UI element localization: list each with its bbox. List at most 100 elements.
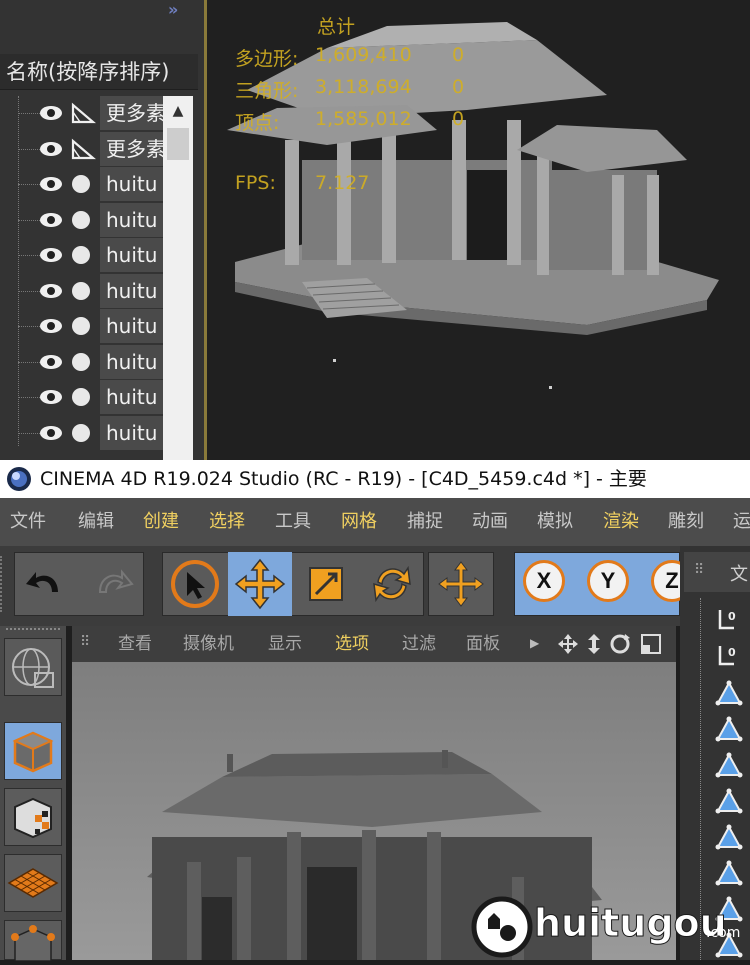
stats-polygons-selected: 0	[452, 44, 465, 66]
tree-branch	[18, 255, 40, 256]
move-button[interactable]	[228, 552, 292, 616]
scroll-up-arrow-icon[interactable]: ▲	[163, 96, 193, 126]
polygon-object-icon[interactable]	[714, 858, 744, 888]
collapse-panel-icon[interactable]: »	[168, 0, 198, 20]
sphere-dot-icon	[72, 246, 90, 264]
pan-icon[interactable]	[556, 632, 580, 660]
object-list-column-header[interactable]: 名称(按降序排序)	[0, 54, 198, 90]
scrollbar-thumb[interactable]	[167, 128, 189, 160]
make-editable-button[interactable]	[4, 638, 62, 696]
toolbar-grip[interactable]	[0, 556, 10, 612]
x-axis-label: X	[523, 560, 565, 602]
object-list-row[interactable]: huitu	[0, 309, 164, 343]
null-object-icon[interactable]: 0	[714, 640, 744, 670]
menu-item[interactable]: 编辑	[78, 498, 114, 546]
polygon-object-icon[interactable]	[714, 714, 744, 744]
null-object-icon[interactable]: 0	[714, 604, 744, 634]
scale-button[interactable]	[294, 552, 358, 616]
tree-branch	[18, 326, 40, 327]
menu-item[interactable]: 运	[733, 498, 750, 546]
texture-mode-button[interactable]	[4, 788, 62, 846]
rotate-icon	[373, 565, 411, 603]
redo-button[interactable]	[80, 552, 144, 616]
object-name: huitu	[100, 167, 164, 201]
dolly-icon[interactable]	[584, 632, 604, 660]
visibility-eye-icon[interactable]	[38, 351, 64, 373]
object-list-row[interactable]: huitu	[0, 238, 164, 272]
viewport-menu-item[interactable]: 面板	[466, 626, 500, 662]
visibility-eye-icon[interactable]	[38, 386, 64, 408]
right-panel-tab[interactable]: 文	[730, 560, 748, 586]
visibility-eye-icon[interactable]	[38, 280, 64, 302]
viewport-menu-item[interactable]: 过滤	[402, 626, 436, 662]
palette-grip[interactable]	[6, 628, 60, 636]
menu-item[interactable]: 工具	[275, 498, 311, 546]
visibility-eye-icon[interactable]	[38, 209, 64, 231]
grip-icon[interactable]: ⠿	[694, 562, 704, 578]
menu-item[interactable]: 动画	[472, 498, 508, 546]
viewport-menu-item[interactable]: 显示	[268, 626, 302, 662]
z-axis-label: Z	[651, 560, 680, 602]
visibility-eye-icon[interactable]	[38, 244, 64, 266]
object-name: huitu	[100, 344, 164, 379]
menu-item[interactable]: 选择	[209, 498, 245, 546]
undo-button[interactable]	[14, 552, 78, 616]
stats-fps-label: FPS:	[235, 172, 276, 194]
stats-triangles-selected: 0	[452, 76, 465, 98]
points-icon	[11, 925, 55, 962]
globe-grid-icon	[12, 648, 54, 688]
orbit-icon[interactable]	[608, 632, 632, 660]
object-list-row[interactable]: huitu	[0, 273, 164, 308]
visibility-eye-icon[interactable]	[38, 102, 64, 124]
object-list-row[interactable]: huitu	[0, 380, 164, 414]
menu-item[interactable]: 网格	[341, 498, 377, 546]
watermark-logo-icon	[471, 896, 533, 958]
polygon-object-icon[interactable]	[714, 822, 744, 852]
menu-item[interactable]: 创建	[143, 498, 179, 546]
stats-header: 总计	[317, 16, 356, 38]
visibility-eye-icon[interactable]	[38, 422, 64, 444]
sphere-dot-icon	[72, 281, 90, 300]
model-mode-button[interactable]	[4, 722, 62, 780]
object-name: huitu	[100, 415, 164, 450]
recent-tool-button[interactable]	[428, 552, 494, 616]
visibility-eye-icon[interactable]	[38, 138, 64, 160]
viewport-grip-icon[interactable]: ⠿	[80, 634, 90, 650]
viewport-menu-item[interactable]: 摄像机	[183, 626, 234, 662]
y-axis-button[interactable]: Y	[578, 552, 640, 616]
object-name: huitu	[100, 202, 164, 237]
maximize-icon[interactable]	[640, 633, 662, 659]
workplane-mode-button[interactable]	[4, 854, 62, 912]
visibility-eye-icon[interactable]	[38, 315, 64, 337]
rotate-button[interactable]	[360, 552, 424, 616]
viewport-menu-item[interactable]: 选项	[335, 626, 369, 662]
y-axis-label: Y	[587, 560, 629, 602]
grid-plane-icon	[7, 868, 59, 898]
z-axis-button[interactable]: Z	[642, 552, 680, 616]
viewport-menu-item[interactable]: 查看	[118, 626, 152, 662]
object-list-row[interactable]: huitu	[0, 415, 164, 450]
menu-item[interactable]: 文件	[10, 498, 46, 546]
menu-item[interactable]: 渲染	[603, 498, 639, 546]
object-list-scrollbar[interactable]: ▲	[163, 96, 193, 460]
polygon-object-icon[interactable]	[714, 786, 744, 816]
stats-fps-value: 7.127	[315, 172, 370, 194]
menu-item[interactable]: 模拟	[537, 498, 573, 546]
menu-item[interactable]: 雕刻	[668, 498, 704, 546]
object-list-row[interactable]: huitu	[0, 167, 164, 201]
object-list-row[interactable]: 更多素	[0, 131, 164, 166]
object-list-row[interactable]: 更多素	[0, 96, 164, 130]
points-mode-button[interactable]	[4, 920, 62, 962]
top-viewport[interactable]: 总计 多边形: 1,609,410 0 三角形: 3,118,694 0 顶点:…	[207, 0, 750, 460]
polygon-object-icon[interactable]	[714, 678, 744, 708]
x-axis-button[interactable]: X	[514, 552, 576, 616]
visibility-eye-icon[interactable]	[38, 173, 64, 195]
stats-vertices-label: 顶点:	[235, 112, 280, 134]
live-select-button[interactable]	[162, 552, 228, 616]
polygon-object-icon[interactable]	[714, 750, 744, 780]
object-list-row[interactable]: huitu	[0, 202, 164, 237]
arrow-right-icon[interactable]: ▶	[530, 636, 539, 650]
stats-polygons-label: 多边形:	[235, 48, 299, 70]
object-list-row[interactable]: huitu	[0, 344, 164, 379]
menu-item[interactable]: 捕捉	[407, 498, 443, 546]
